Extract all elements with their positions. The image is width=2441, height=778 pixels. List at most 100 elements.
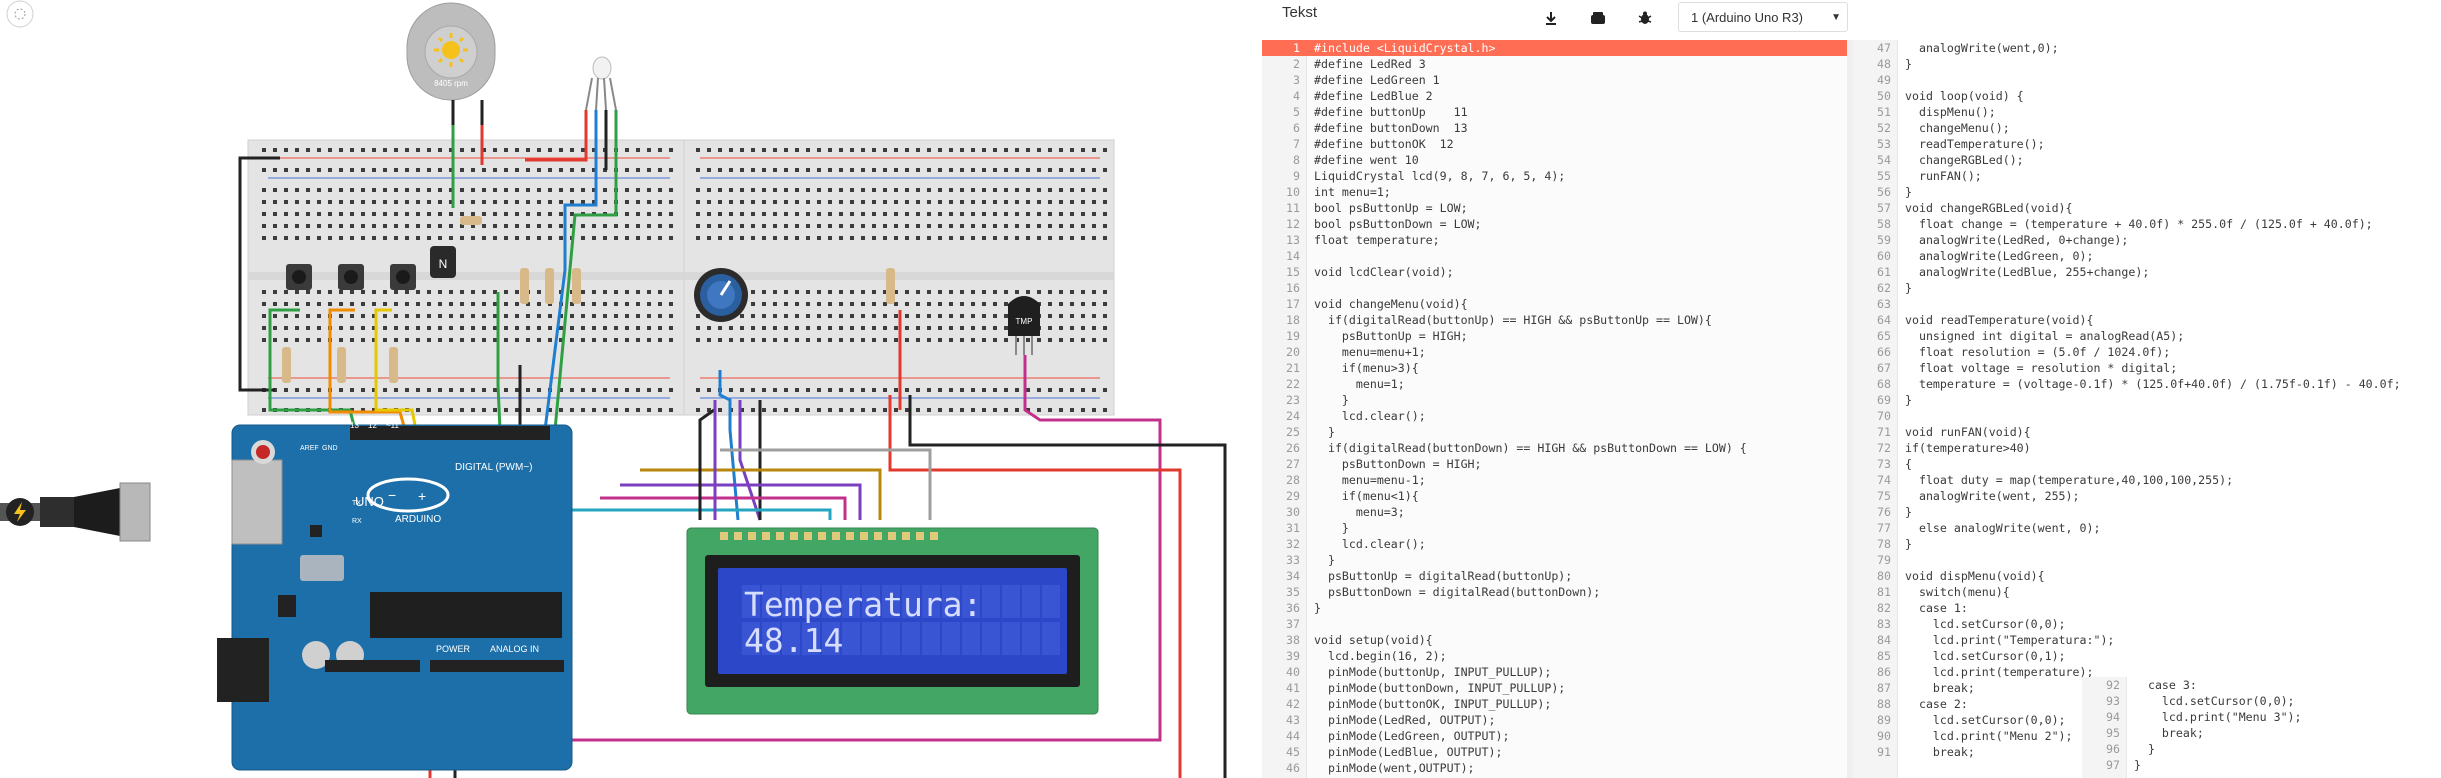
- code-line[interactable]: 48}: [1853, 56, 2441, 72]
- npn-transistor[interactable]: N: [430, 246, 456, 278]
- code-line[interactable]: 35 psButtonDown = digitalRead(buttonDown…: [1262, 584, 1853, 600]
- code-line[interactable]: 33 }: [1262, 552, 1853, 568]
- code-line[interactable]: 25 }: [1262, 424, 1853, 440]
- code-line[interactable]: 11 bool psButtonUp = LOW;: [1262, 200, 1853, 216]
- dc-motor[interactable]: 8405 rpm: [406, 2, 496, 125]
- code-lines[interactable]: 1 #include <LiquidCrystal.h> 2 #define LedR…: [1262, 40, 1853, 776]
- code-line[interactable]: 57 void changeRGBLed(void){: [1853, 200, 2441, 216]
- code-line[interactable]: 58 float change = (temperature + 40.0f) …: [1853, 216, 2441, 232]
- code-line[interactable]: 31 }: [1262, 520, 1853, 536]
- code-line[interactable]: 18 if(digitalRead(buttonUp) == HIGH && p…: [1262, 312, 1853, 328]
- code-line[interactable]: 65 unsigned int digital = analogRead(A5)…: [1853, 328, 2441, 344]
- download-button[interactable]: [1534, 4, 1568, 32]
- code-line[interactable]: 96 }: [2082, 741, 2322, 757]
- code-line[interactable]: 41 pinMode(buttonDown, INPUT_PULLUP);: [1262, 680, 1853, 696]
- code-line[interactable]: 37: [1262, 616, 1853, 632]
- code-line[interactable]: 94 lcd.print("Menu 3");: [2082, 709, 2322, 725]
- code-line[interactable]: 46 pinMode(went,OUTPUT);: [1262, 760, 1853, 776]
- code-line[interactable]: 81 switch(menu){: [1853, 584, 2441, 600]
- code-line[interactable]: 28 menu=menu-1;: [1262, 472, 1853, 488]
- code-line[interactable]: 92 case 3:: [2082, 677, 2322, 693]
- code-line[interactable]: 50 void loop(void) {: [1853, 88, 2441, 104]
- code-line[interactable]: 43 pinMode(LedRed, OUTPUT);: [1262, 712, 1853, 728]
- code-line[interactable]: 71 void runFAN(void){: [1853, 424, 2441, 440]
- code-line[interactable]: 21 if(menu>3){: [1262, 360, 1853, 376]
- code-line[interactable]: 39 lcd.begin(16, 2);: [1262, 648, 1853, 664]
- code-line[interactable]: 56}: [1853, 184, 2441, 200]
- arduino-uno[interactable]: 13 12 ~11 DIGITAL (PWM~) UNO ARDUINO TX …: [217, 421, 573, 771]
- code-line[interactable]: 61 analogWrite(LedBlue, 255+change);: [1853, 264, 2441, 280]
- code-line[interactable]: 30 menu=3;: [1262, 504, 1853, 520]
- code-line[interactable]: 8 #define went 10: [1262, 152, 1853, 168]
- fit-view-icon[interactable]: [6, 0, 34, 28]
- code-line[interactable]: 13 float temperature;: [1262, 232, 1853, 248]
- board-select[interactable]: 1 (Arduino Uno R3) ▼: [1678, 2, 1848, 32]
- code-line[interactable]: 63: [1853, 296, 2441, 312]
- code-line[interactable]: 34 psButtonUp = digitalRead(buttonUp);: [1262, 568, 1853, 584]
- code-line[interactable]: 16: [1262, 280, 1853, 296]
- code-line[interactable]: 36}: [1262, 600, 1853, 616]
- code-line[interactable]: 23 }: [1262, 392, 1853, 408]
- code-line[interactable]: 54 changeRGBLed();: [1853, 152, 2441, 168]
- code-line[interactable]: 60 analogWrite(LedGreen, 0);: [1853, 248, 2441, 264]
- editor-title[interactable]: Tekst: [1282, 4, 1317, 21]
- code-line[interactable]: 19 psButtonUp = HIGH;: [1262, 328, 1853, 344]
- potentiometer[interactable]: [694, 268, 748, 322]
- code-line[interactable]: 1 #include <LiquidCrystal.h>: [1262, 40, 1853, 56]
- code-line[interactable]: 40 pinMode(buttonUp, INPUT_PULLUP);: [1262, 664, 1853, 680]
- code-line[interactable]: 9 LiquidCrystal lcd(9, 8, 7, 6, 5, 4);: [1262, 168, 1853, 184]
- code-line[interactable]: 75 analogWrite(went, 255);: [1853, 488, 2441, 504]
- code-line[interactable]: 68 temperature = (voltage-0.1f) * (125.0…: [1853, 376, 2441, 392]
- circuit-drawing[interactable]: 8405 rpm N TMP 13 12 ~11 DIGITAL (PWM~) …: [0, 0, 1262, 778]
- code-pane-right[interactable]: 47 analogWrite(went,0); 48} 49 50 void loop(…: [1853, 40, 2441, 778]
- code-line[interactable]: 44 pinMode(LedGreen, OUTPUT);: [1262, 728, 1853, 744]
- code-line[interactable]: 78}: [1853, 536, 2441, 552]
- code-line[interactable]: 64 void readTemperature(void){: [1853, 312, 2441, 328]
- code-line[interactable]: 49: [1853, 72, 2441, 88]
- code-line[interactable]: 95 break;: [2082, 725, 2322, 741]
- code-pane-mini[interactable]: 92 case 3: 93 lcd.setCursor(0,0); 94 lcd.p…: [2082, 677, 2322, 778]
- code-line[interactable]: 83 lcd.setCursor(0,0);: [1853, 616, 2441, 632]
- code-line[interactable]: 82 case 1:: [1853, 600, 2441, 616]
- code-line[interactable]: 79: [1853, 552, 2441, 568]
- code-line[interactable]: 14: [1262, 248, 1853, 264]
- code-line[interactable]: 85 lcd.setCursor(0,1);: [1853, 648, 2441, 664]
- code-line[interactable]: 20 menu=menu+1;: [1262, 344, 1853, 360]
- code-line[interactable]: 52 changeMenu();: [1853, 120, 2441, 136]
- code-line[interactable]: 74 float duty = map(temperature,40,100,1…: [1853, 472, 2441, 488]
- code-line[interactable]: 97}: [2082, 757, 2322, 773]
- code-line[interactable]: 67 float voltage = resolution * digital;: [1853, 360, 2441, 376]
- reset-button[interactable]: [256, 445, 270, 459]
- code-line[interactable]: 62}: [1853, 280, 2441, 296]
- code-line[interactable]: 66 float resolution = (5.0f / 1024.0f);: [1853, 344, 2441, 360]
- code-line[interactable]: 76}: [1853, 504, 2441, 520]
- code-line[interactable]: 7 #define buttonOK 12: [1262, 136, 1853, 152]
- code-line[interactable]: 27 psButtonDown = HIGH;: [1262, 456, 1853, 472]
- code-line[interactable]: 32 lcd.clear();: [1262, 536, 1853, 552]
- code-line[interactable]: 84 lcd.print("Temperatura:");: [1853, 632, 2441, 648]
- code-line[interactable]: 10 int menu=1;: [1262, 184, 1853, 200]
- rgb-led[interactable]: [585, 56, 617, 111]
- code-line[interactable]: 55 runFAN();: [1853, 168, 2441, 184]
- code-line[interactable]: 73 {: [1853, 456, 2441, 472]
- code-line[interactable]: 5 #define buttonUp 11: [1262, 104, 1853, 120]
- code-line[interactable]: 51 dispMenu();: [1853, 104, 2441, 120]
- code-line[interactable]: 2 #define LedRed 3: [1262, 56, 1853, 72]
- code-pane-left[interactable]: 1 #include <LiquidCrystal.h> 2 #define LedR…: [1262, 40, 1853, 778]
- code-lines[interactable]: 47 analogWrite(went,0); 48} 49 50 void loop(…: [1853, 40, 2441, 760]
- code-line[interactable]: 29 if(menu<1){: [1262, 488, 1853, 504]
- library-button[interactable]: [1581, 4, 1615, 32]
- code-line[interactable]: 3 #define LedGreen 1: [1262, 72, 1853, 88]
- code-line[interactable]: 47 analogWrite(went,0);: [1853, 40, 2441, 56]
- lcd-16x2[interactable]: Temperatura: 48.14: [686, 527, 1099, 715]
- code-line[interactable]: 93 lcd.setCursor(0,0);: [2082, 693, 2322, 709]
- code-line[interactable]: 12 bool psButtonDown = LOW;: [1262, 216, 1853, 232]
- code-line[interactable]: 77 else analogWrite(went, 0);: [1853, 520, 2441, 536]
- code-lines[interactable]: 92 case 3: 93 lcd.setCursor(0,0); 94 lcd.p…: [2082, 677, 2322, 773]
- code-line[interactable]: 22 menu=1;: [1262, 376, 1853, 392]
- debugger-button[interactable]: [1628, 4, 1662, 32]
- code-line[interactable]: 80 void dispMenu(void){: [1853, 568, 2441, 584]
- code-line[interactable]: 26 if(digitalRead(buttonDown) == HIGH &&…: [1262, 440, 1853, 456]
- circuit-canvas[interactable]: 8405 rpm N TMP 13 12 ~11 DIGITAL (PWM~) …: [0, 0, 1262, 778]
- code-line[interactable]: 15 void lcdClear(void);: [1262, 264, 1853, 280]
